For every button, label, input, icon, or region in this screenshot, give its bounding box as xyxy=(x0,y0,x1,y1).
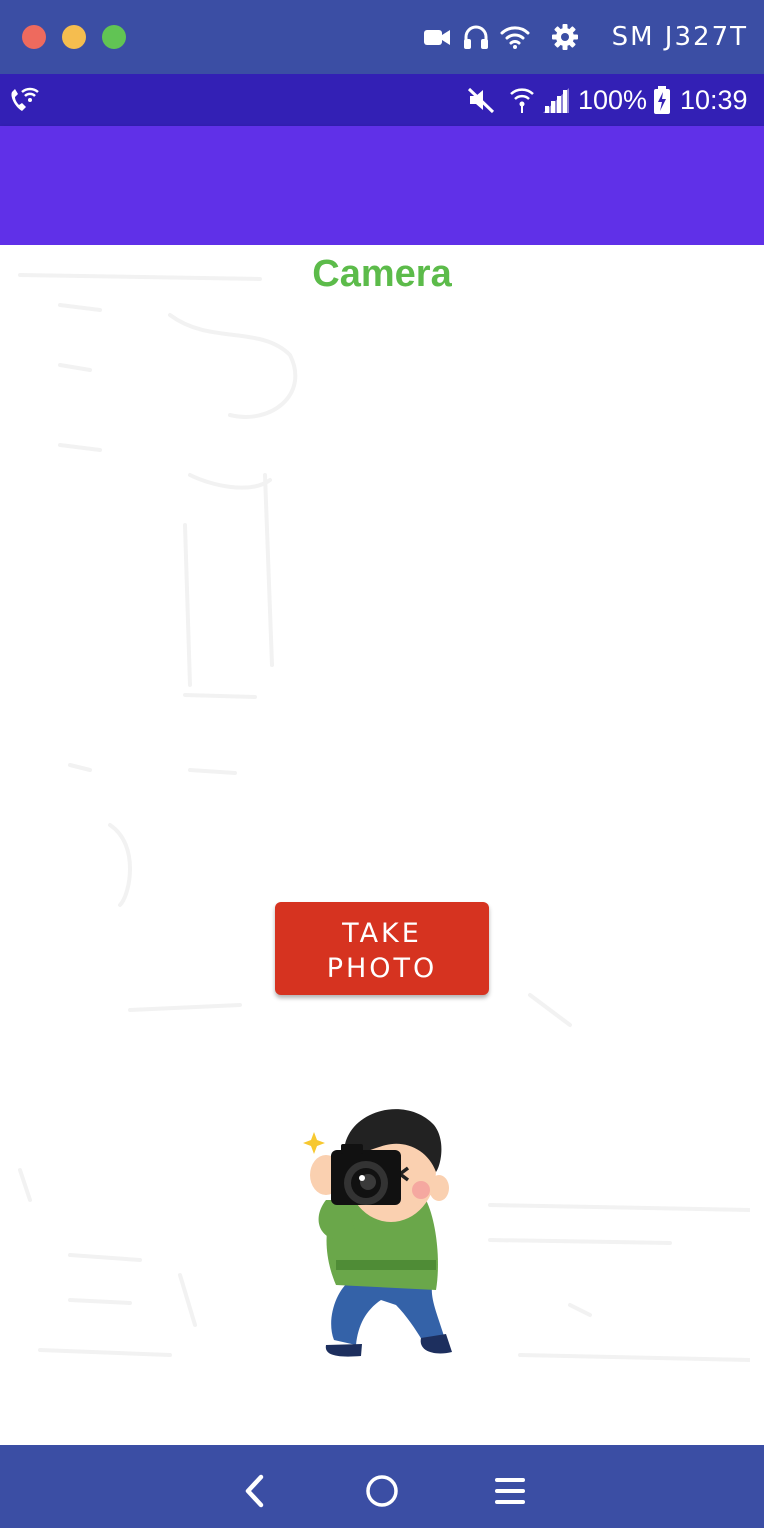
window-title-bar: SM J327T xyxy=(0,0,764,74)
battery-percent: 100% xyxy=(578,85,648,115)
gear-icon[interactable] xyxy=(550,22,580,52)
recents-icon[interactable] xyxy=(490,1471,530,1511)
main-content: Camera TAKE PHOTO xyxy=(0,245,764,1445)
photographer-illustration xyxy=(303,1109,452,1357)
window-maximize-button[interactable] xyxy=(102,25,126,49)
wifi-icon[interactable] xyxy=(500,22,530,52)
back-icon[interactable] xyxy=(235,1471,275,1511)
battery-charging-icon xyxy=(654,86,670,114)
wifi-signal-icon xyxy=(510,88,534,113)
android-status-bar: 100% 10:39 xyxy=(0,74,764,126)
wifi-call-icon xyxy=(11,87,39,111)
cell-signal-icon xyxy=(543,88,569,113)
window-close-button[interactable] xyxy=(22,25,46,49)
page-title: Camera xyxy=(312,253,452,295)
headphones-icon[interactable] xyxy=(461,22,491,52)
clock: 10:39 xyxy=(680,85,748,115)
window-minimize-button[interactable] xyxy=(62,25,86,49)
mute-icon xyxy=(467,87,495,114)
android-nav-bar xyxy=(0,1445,764,1528)
video-icon[interactable] xyxy=(422,22,452,52)
device-name: SM J327T xyxy=(611,22,748,52)
take-photo-button[interactable]: TAKE PHOTO xyxy=(275,902,489,995)
app-toolbar xyxy=(0,126,764,245)
home-icon[interactable] xyxy=(362,1471,402,1511)
